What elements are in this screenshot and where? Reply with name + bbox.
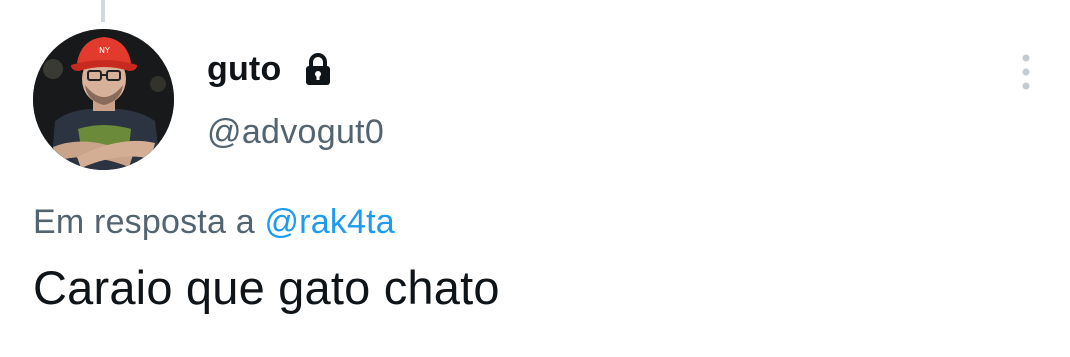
author-name-row: guto xyxy=(207,46,333,92)
svg-text:NY: NY xyxy=(99,46,110,55)
thread-connector-line xyxy=(101,0,105,22)
reply-to-mention-link[interactable]: @rak4ta xyxy=(264,203,394,241)
tweet-text: Caraio que gato chato xyxy=(33,261,500,314)
vertical-ellipsis-icon[interactable] xyxy=(1016,52,1036,92)
author-display-name[interactable]: guto xyxy=(207,50,281,89)
avatar-image: NY xyxy=(33,29,174,170)
reply-context: Em resposta a @rak4ta xyxy=(33,203,395,242)
lock-icon xyxy=(303,52,333,86)
author-handle[interactable]: @advogut0 xyxy=(207,113,384,152)
reply-prefix: Em resposta a xyxy=(33,203,255,241)
avatar[interactable]: NY xyxy=(33,29,174,170)
